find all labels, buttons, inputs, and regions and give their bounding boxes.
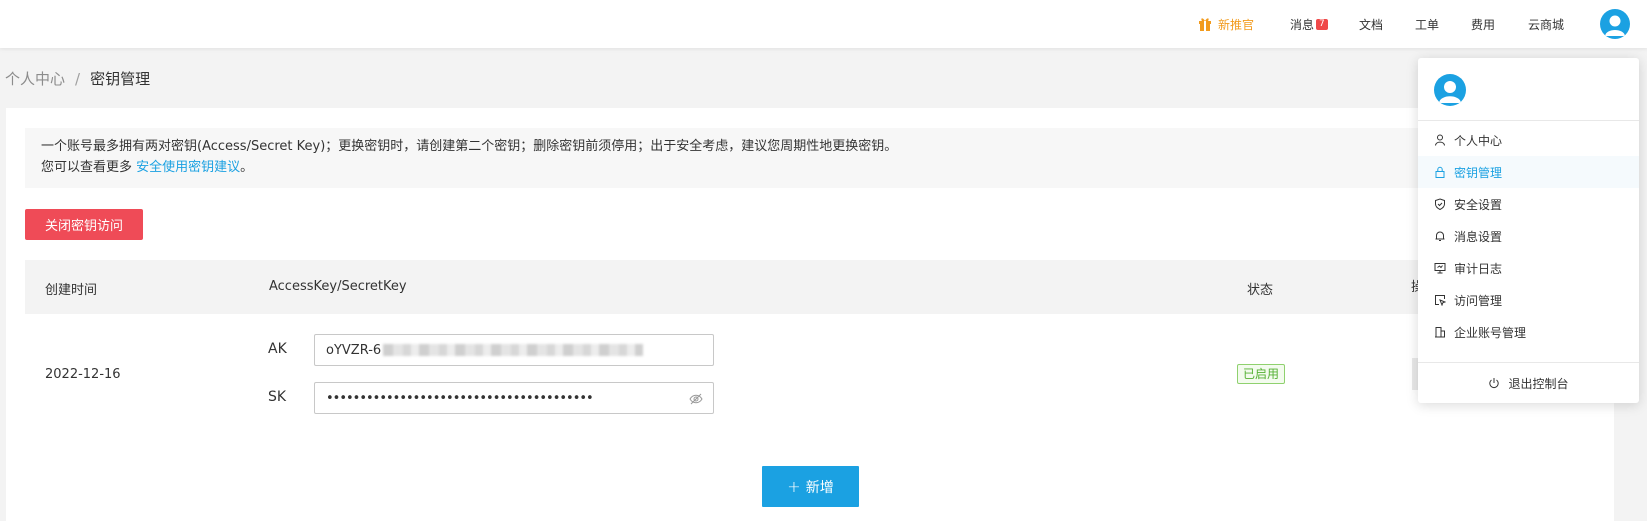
secret-key-value: ••••••••••••••••••••••••••••••••••••••••	[326, 390, 594, 406]
avatar-person-icon	[1605, 15, 1625, 36]
access-key-field[interactable]: oYVZR-6	[314, 334, 714, 366]
menu-item-enterprise-accounts[interactable]: 企业账号管理	[1418, 316, 1639, 348]
user-icon	[1435, 134, 1445, 146]
message-count-badge: 7	[1316, 18, 1328, 30]
breadcrumb: 个人中心 / 密钥管理	[5, 68, 150, 89]
logout-label: 退出控制台	[1508, 376, 1569, 391]
eye-hidden-icon[interactable]	[689, 392, 703, 406]
menu-item-audit-log[interactable]: 审计日志	[1418, 252, 1639, 284]
column-keys: AccessKey/SecretKey	[269, 279, 407, 294]
breadcrumb-separator: /	[75, 70, 81, 88]
notice-box: 一个账号最多拥有两对密钥(Access/Secret Key)；更换密钥时，请创…	[25, 128, 1565, 188]
dropdown-divider	[1418, 362, 1639, 363]
building-icon	[1435, 327, 1445, 338]
breadcrumb-current: 密钥管理	[90, 70, 151, 88]
access-key-value: oYVZR-6	[326, 342, 382, 358]
notice-line-2-suffix: 。	[240, 160, 254, 175]
dropdown-divider	[1418, 120, 1639, 121]
notice-line-1: 一个账号最多拥有两对密钥(Access/Secret Key)；更换密钥时，请创…	[41, 139, 898, 154]
nav-promo-label: 新推官	[1218, 17, 1255, 32]
gift-icon	[1199, 18, 1211, 31]
lock-icon	[1435, 166, 1445, 178]
breadcrumb-parent[interactable]: 个人中心	[5, 70, 65, 88]
menu-item-security[interactable]: 安全设置	[1418, 188, 1639, 220]
monitor-icon	[1434, 263, 1446, 274]
logout-button[interactable]: 退出控制台	[1418, 367, 1639, 399]
nav-promo[interactable]: 新推官	[1198, 16, 1254, 32]
menu-item-label: 访问管理	[1454, 293, 1503, 308]
cursor-icon	[1435, 295, 1446, 306]
top-navbar: 新推官 消息 7 文档 工单 费用 云商城	[0, 0, 1647, 48]
nav-ticket[interactable]: 工单	[1415, 16, 1439, 32]
menu-item-profile[interactable]: 个人中心	[1418, 124, 1639, 156]
sk-label: SK	[268, 389, 287, 405]
menu-item-label: 企业账号管理	[1454, 325, 1527, 340]
bell-icon	[1435, 231, 1445, 241]
dropdown-avatar	[1434, 74, 1466, 106]
redacted-blur	[383, 344, 644, 356]
user-dropdown-menu: 个人中心 密钥管理 安全设置 消息设置 审计日志 访问管理 企业账号管理 退出控…	[1418, 58, 1639, 403]
plus-icon: +	[787, 477, 801, 496]
menu-item-access-management[interactable]: 访问管理	[1418, 284, 1639, 316]
power-icon	[1489, 378, 1500, 388]
table-header: 创建时间 AccessKey/SecretKey 状态	[25, 260, 1565, 314]
nav-mall[interactable]: 云商城	[1528, 16, 1564, 32]
menu-item-label: 密钥管理	[1454, 165, 1503, 180]
close-key-access-button[interactable]: 关闭密钥访问	[25, 209, 143, 240]
add-key-button[interactable]: + 新增	[762, 466, 859, 507]
menu-item-key-management[interactable]: 密钥管理	[1418, 156, 1639, 188]
menu-item-label: 审计日志	[1454, 261, 1503, 276]
ak-label: AK	[268, 341, 287, 357]
nav-fees[interactable]: 费用	[1471, 16, 1495, 32]
secret-key-field[interactable]: ••••••••••••••••••••••••••••••••••••••••	[314, 382, 714, 414]
notice-line-2-prefix: 您可以查看更多	[41, 160, 137, 175]
created-date: 2022-12-16	[45, 367, 121, 382]
status-badge: 已启用	[1237, 364, 1286, 384]
add-key-label: 新增	[805, 479, 834, 496]
nav-docs[interactable]: 文档	[1359, 16, 1383, 32]
security-advice-link[interactable]: 安全使用密钥建议	[136, 160, 240, 175]
notice-line-2: 您可以查看更多 安全使用密钥建议。	[41, 157, 1549, 178]
column-status: 状态	[1247, 283, 1274, 298]
user-avatar[interactable]	[1600, 9, 1630, 39]
avatar-person-icon	[1439, 81, 1461, 103]
menu-item-label: 安全设置	[1454, 197, 1503, 212]
column-created-time: 创建时间	[45, 283, 98, 298]
menu-item-notifications[interactable]: 消息设置	[1418, 220, 1639, 252]
menu-item-label: 个人中心	[1454, 133, 1503, 148]
nav-messages-label: 消息	[1290, 17, 1315, 32]
nav-messages[interactable]: 消息 7	[1290, 16, 1328, 32]
menu-item-label: 消息设置	[1454, 229, 1503, 244]
shield-icon	[1435, 198, 1445, 210]
